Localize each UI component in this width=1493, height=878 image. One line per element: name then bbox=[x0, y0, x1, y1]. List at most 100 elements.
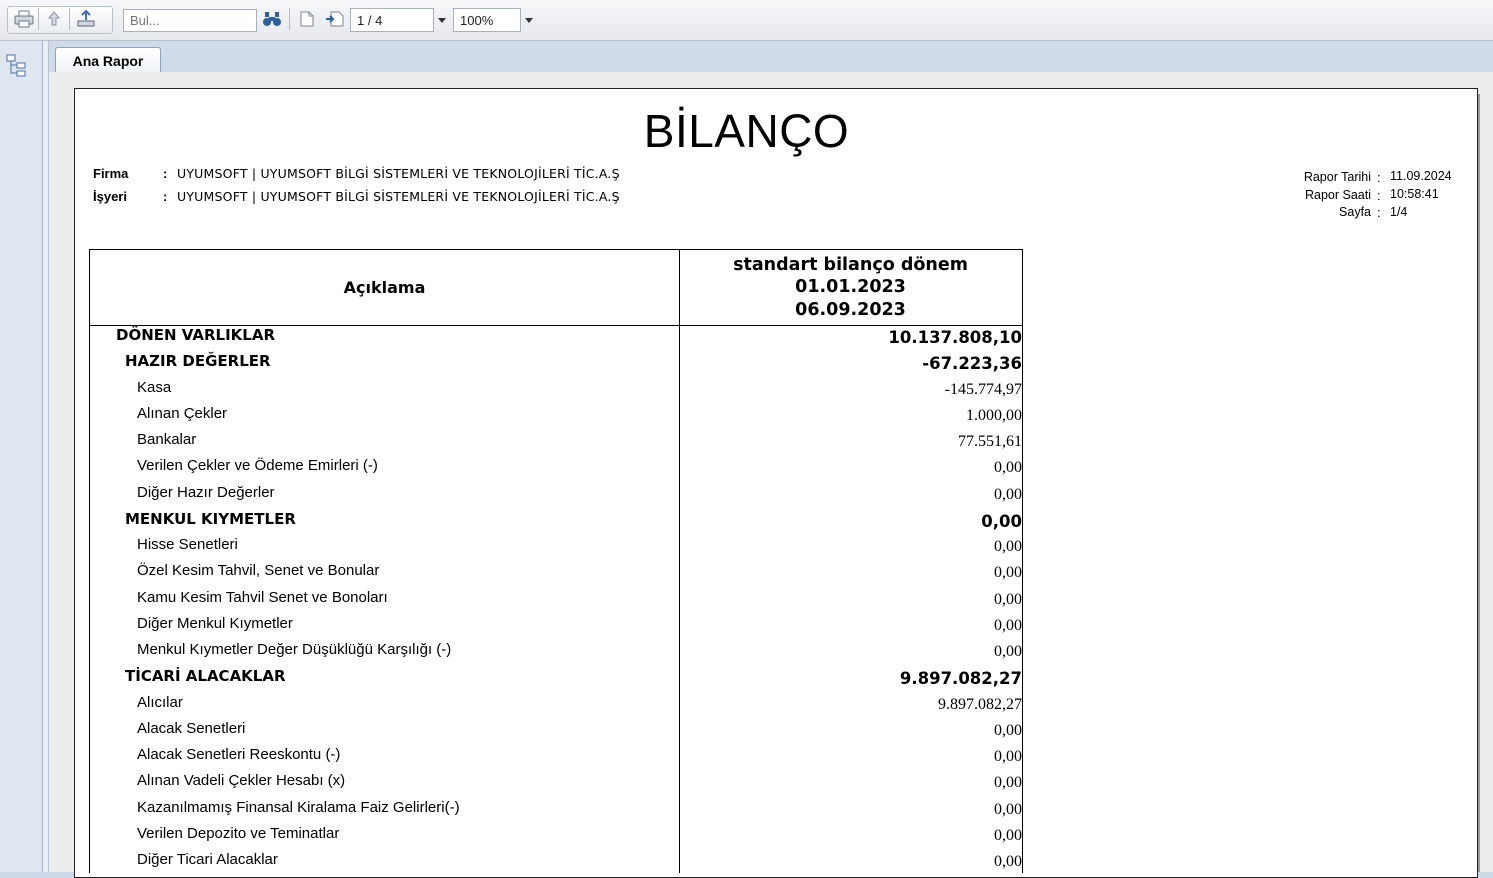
binoculars-icon bbox=[263, 12, 281, 26]
row-amount: 9.897.082,27 bbox=[899, 669, 1022, 688]
zoom-input[interactable] bbox=[453, 8, 521, 32]
print-button[interactable] bbox=[12, 8, 36, 30]
table-row: DÖNEN VARLIKLAR 10.137.808,10 bbox=[90, 326, 1022, 352]
row-amount: 0,00 bbox=[994, 538, 1022, 555]
table-row: Kasa -145.774,97 bbox=[90, 379, 1022, 405]
row-description: Diğer Ticari Alacaklar bbox=[137, 851, 278, 868]
row-amount: 0,00 bbox=[994, 774, 1022, 791]
column-header-period: standart bilanço dönem 01.01.2023 06.09.… bbox=[680, 250, 1021, 325]
table-row: Verilen Çekler ve Ödeme Emirleri (-) 0,00 bbox=[90, 457, 1022, 483]
row-description: Bankalar bbox=[137, 431, 197, 448]
firma-label: Firma bbox=[93, 166, 129, 181]
table-row: Özel Kesim Tahvil, Senet ve Bonular 0,00 bbox=[90, 562, 1022, 588]
rapor-tarihi-value: 11.09.2024 bbox=[1390, 169, 1452, 183]
row-description: Alacak Senetleri Reeskontu (-) bbox=[137, 746, 341, 763]
row-description: Kazanılmamış Finansal Kiralama Faiz Geli… bbox=[137, 799, 460, 816]
table-row: Alınan Vadeli Çekler Hesabı (x) 0,00 bbox=[90, 772, 1022, 798]
document-map-panel bbox=[0, 41, 43, 872]
row-amount: 0,00 bbox=[994, 459, 1022, 476]
column-header-aciklama: Açıklama bbox=[343, 278, 426, 297]
page-dropdown-chevron-icon[interactable] bbox=[438, 18, 446, 23]
page-next-icon bbox=[326, 11, 344, 27]
row-amount: 10.137.808,10 bbox=[888, 328, 1022, 347]
isyeri-colon: : bbox=[163, 189, 168, 204]
row-description: Alınan Vadeli Çekler Hesabı (x) bbox=[137, 772, 346, 789]
row-amount: 0,00 bbox=[994, 617, 1022, 634]
row-description: Alacak Senetleri bbox=[137, 720, 246, 737]
row-amount: 0,00 bbox=[994, 748, 1022, 765]
sayfa-label: Sayfa bbox=[1339, 205, 1371, 219]
table-row: Alacak Senetleri Reeskontu (-) 0,00 bbox=[90, 746, 1022, 772]
table-row: Diğer Menkul Kıymetler 0,00 bbox=[90, 615, 1022, 641]
page-number-input[interactable] bbox=[350, 8, 434, 32]
send-button[interactable] bbox=[74, 8, 98, 30]
report-title: BİLANÇO bbox=[643, 105, 850, 157]
balance-sheet-table: Açıklama standart bilanço dönem 01.01.20… bbox=[89, 249, 1023, 873]
search-input[interactable] bbox=[123, 9, 257, 32]
row-amount: 0,00 bbox=[981, 512, 1022, 531]
rapor-tarihi-label: Rapor Tarihi bbox=[1303, 170, 1371, 184]
export-button[interactable] bbox=[42, 8, 66, 30]
row-amount: 9.897.082,27 bbox=[938, 696, 1022, 713]
table-row: Hisse Senetleri 0,00 bbox=[90, 536, 1022, 562]
row-description: Alınan Çekler bbox=[137, 405, 228, 422]
row-amount: 0,00 bbox=[994, 853, 1022, 870]
table-row: HAZIR DEĞERLER -67.223,36 bbox=[90, 352, 1022, 378]
row-description: Menkul Kıymetler Değer Düşüklüğü Karşılı… bbox=[137, 641, 452, 658]
row-amount: 0,00 bbox=[994, 486, 1022, 503]
period-end-date: 06.09.2023 bbox=[795, 299, 906, 320]
period-title: standart bilanço dönem bbox=[733, 254, 968, 275]
row-amount: 0,00 bbox=[994, 722, 1022, 739]
firma-value: UYUMSOFT | UYUMSOFT BİLGİ SİSTEMLERİ VE … bbox=[177, 166, 620, 181]
row-amount: 0,00 bbox=[994, 801, 1022, 818]
row-amount: 1.000,00 bbox=[966, 407, 1022, 424]
table-row: Kazanılmamış Finansal Kiralama Faiz Geli… bbox=[90, 799, 1022, 825]
document-map-button[interactable] bbox=[5, 53, 31, 79]
row-description: HAZIR DEĞERLER bbox=[125, 352, 271, 370]
table-row: Diğer Ticari Alacaklar 0,00 bbox=[90, 851, 1022, 877]
table-row: Alacak Senetleri 0,00 bbox=[90, 720, 1022, 746]
row-amount: 0,00 bbox=[994, 827, 1022, 844]
row-description: DÖNEN VARLIKLAR bbox=[116, 326, 276, 344]
previous-page-button[interactable] bbox=[295, 8, 319, 30]
zoom-dropdown-chevron-icon[interactable] bbox=[525, 18, 533, 23]
rapor-tarihi-colon: : bbox=[1377, 170, 1381, 185]
rapor-saati-label: Rapor Saati bbox=[1304, 188, 1371, 202]
row-description: Özel Kesim Tahvil, Senet ve Bonular bbox=[137, 562, 380, 579]
row-description: TİCARİ ALACAKLAR bbox=[125, 667, 286, 685]
row-description: Hisse Senetleri bbox=[137, 536, 238, 553]
find-button[interactable] bbox=[260, 8, 284, 30]
row-amount: -67.223,36 bbox=[922, 354, 1022, 373]
row-amount: 77.551,61 bbox=[958, 433, 1022, 450]
document-map-icon bbox=[6, 54, 26, 77]
sayfa-colon: : bbox=[1377, 205, 1381, 220]
row-description: Verilen Çekler ve Ödeme Emirleri (-) bbox=[137, 457, 378, 474]
isyeri-value: UYUMSOFT | UYUMSOFT BİLGİ SİSTEMLERİ VE … bbox=[177, 189, 620, 204]
table-row: Kamu Kesim Tahvil Senet ve Bonoları 0,00 bbox=[90, 589, 1022, 615]
row-description: Kasa bbox=[137, 379, 172, 396]
table-row: MENKUL KIYMETLER 0,00 bbox=[90, 510, 1022, 536]
tab-ana-rapor[interactable]: Ana Rapor bbox=[55, 47, 161, 73]
rapor-saati-colon: : bbox=[1377, 188, 1381, 203]
row-amount: 0,00 bbox=[994, 564, 1022, 581]
row-amount: 0,00 bbox=[994, 643, 1022, 660]
table-row: TİCARİ ALACAKLAR 9.897.082,27 bbox=[90, 667, 1022, 693]
period-start-date: 01.01.2023 bbox=[795, 277, 906, 298]
row-description: Alıcılar bbox=[137, 694, 183, 711]
row-description: MENKUL KIYMETLER bbox=[125, 510, 296, 528]
next-page-button[interactable] bbox=[323, 8, 347, 30]
printer-icon bbox=[14, 10, 34, 28]
send-icon bbox=[77, 10, 95, 27]
table-row: Alıcılar 9.897.082,27 bbox=[90, 694, 1022, 720]
page-shadow bbox=[1478, 94, 1480, 872]
table-row: Bankalar 77.551,61 bbox=[90, 431, 1022, 457]
row-description: Diğer Menkul Kıymetler bbox=[137, 615, 293, 632]
row-description: Kamu Kesim Tahvil Senet ve Bonoları bbox=[137, 589, 388, 606]
page-prev-icon bbox=[300, 11, 314, 27]
row-amount: 0,00 bbox=[994, 591, 1022, 608]
table-row: Menkul Kıymetler Değer Düşüklüğü Karşılı… bbox=[90, 641, 1022, 667]
isyeri-label: İşyeri bbox=[93, 189, 127, 204]
row-description: Diğer Hazır Değerler bbox=[137, 484, 275, 501]
firma-colon: : bbox=[163, 166, 168, 181]
table-row: Diğer Hazır Değerler 0,00 bbox=[90, 484, 1022, 510]
